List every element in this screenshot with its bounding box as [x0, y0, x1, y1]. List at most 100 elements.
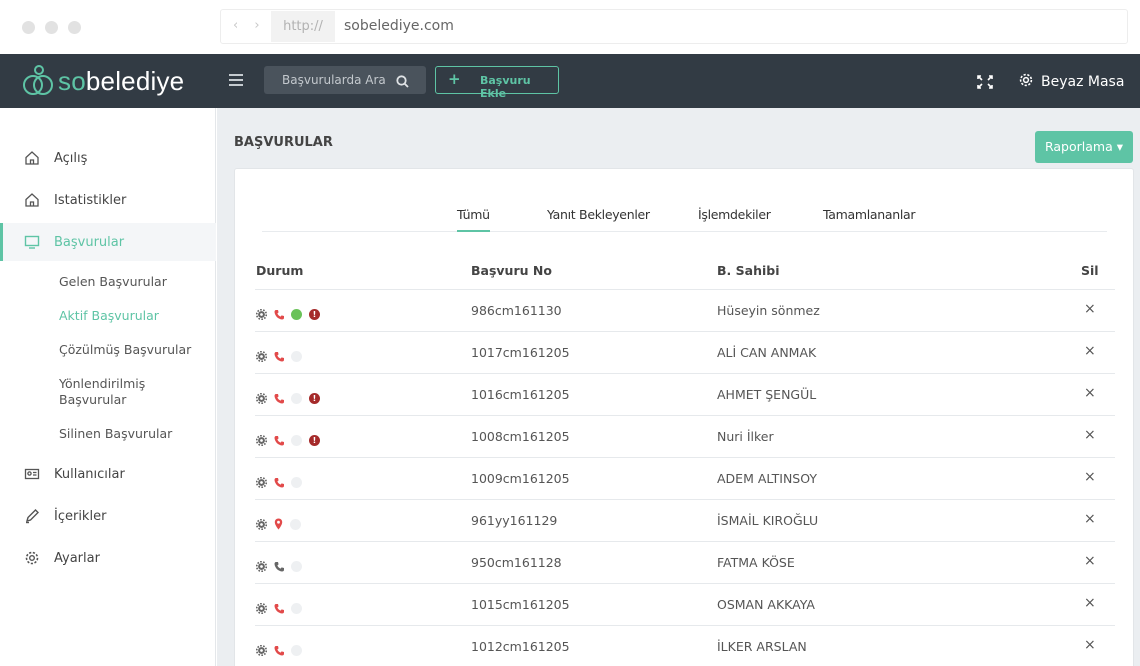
settings-gear-icon[interactable] — [255, 431, 268, 450]
sidebar-subitem-silinen[interactable]: Silinen Başvurular — [59, 426, 209, 442]
application-owner: Hüseyin sönmez — [717, 303, 820, 318]
settings-gear-icon[interactable] — [255, 473, 268, 492]
settings-gear-icon[interactable] — [255, 305, 268, 324]
add-application-button[interactable]: + Başvuru Ekle — [435, 66, 559, 100]
status-dot — [291, 435, 302, 446]
application-owner: Nuri İlker — [717, 429, 774, 444]
nav-arrows-icon[interactable]: ‹ › — [233, 18, 266, 33]
application-number[interactable]: 1016cm161205 — [471, 387, 570, 402]
settings-gear-icon[interactable] — [255, 515, 268, 534]
status-icons — [255, 641, 309, 660]
delete-icon[interactable]: × — [1084, 427, 1096, 443]
sidebar-item-kullanicilar[interactable]: Kullanıcılar — [0, 455, 216, 493]
home-icon — [24, 150, 40, 166]
delete-icon[interactable]: × — [1084, 469, 1096, 485]
column-header-basvuru-no[interactable]: Başvuru No — [471, 263, 552, 278]
gear-icon — [1018, 72, 1034, 92]
add-application-label: Başvuru Ekle — [480, 74, 531, 100]
delete-icon[interactable]: × — [1084, 637, 1096, 653]
settings-gear-icon[interactable] — [255, 557, 268, 576]
table-row[interactable]: 1015cm161205 OSMAN AKKAYA × — [255, 583, 1115, 625]
location-pin-icon — [274, 515, 283, 534]
warning-icon: ! — [309, 435, 320, 446]
phone-icon — [274, 557, 284, 576]
phone-icon — [274, 473, 284, 492]
search-icon[interactable] — [396, 73, 409, 92]
column-header-durum[interactable]: Durum — [256, 263, 303, 278]
settings-gear-icon[interactable] — [255, 347, 268, 366]
delete-icon[interactable]: × — [1084, 511, 1096, 527]
user-menu[interactable]: Beyaz Masa — [1018, 72, 1124, 92]
sidebar-item-istatistikler[interactable]: Istatistikler — [0, 181, 216, 219]
application-number[interactable]: 986cm161130 — [471, 303, 562, 318]
status-dot — [291, 603, 302, 614]
tab-yanit-bekleyenler[interactable]: Yanıt Bekleyenler — [547, 207, 650, 222]
address-bar[interactable]: ‹ › http:// sobelediye.com — [220, 9, 1128, 44]
search-placeholder: Başvurularda Ara — [282, 73, 386, 87]
pencil-icon — [24, 508, 40, 524]
application-number[interactable]: 1008cm161205 — [471, 429, 570, 444]
settings-gear-icon[interactable] — [255, 389, 268, 408]
application-number[interactable]: 961yy161129 — [471, 513, 557, 528]
table-row[interactable]: 1009cm161205 ADEM ALTINSOY × — [255, 457, 1115, 499]
sidebar-item-icerikler[interactable]: İçerikler — [0, 497, 216, 535]
tab-tumu[interactable]: Tümü — [457, 207, 490, 222]
table-row[interactable]: 950cm161128 FATMA KÖSE × — [255, 541, 1115, 583]
menu-toggle-icon[interactable] — [229, 74, 243, 86]
warning-icon: ! — [309, 393, 320, 404]
window-close-dot[interactable] — [22, 21, 35, 34]
settings-gear-icon[interactable] — [255, 641, 268, 660]
window-minimize-dot[interactable] — [45, 21, 58, 34]
application-number[interactable]: 1015cm161205 — [471, 597, 570, 612]
status-icons: ! — [255, 431, 327, 450]
logo[interactable]: sobelediye — [22, 64, 184, 98]
application-number[interactable]: 1012cm161205 — [471, 639, 570, 654]
application-owner: OSMAN AKKAYA — [717, 597, 815, 612]
tab-tamamlananlar[interactable]: Tamamlananlar — [823, 207, 916, 222]
column-header-sahibi[interactable]: B. Sahibi — [717, 263, 779, 278]
url-text[interactable]: sobelediye.com — [344, 18, 454, 34]
window-maximize-dot[interactable] — [68, 21, 81, 34]
search-input[interactable]: Başvurularda Ara — [264, 66, 426, 94]
sidebar-subitem-yonlendirilmis[interactable]: Yönlendirilmiş Başvurular — [59, 376, 169, 408]
logo-text: sobelediye — [58, 65, 185, 96]
sidebar-subitem-gelen[interactable]: Gelen Başvurular — [59, 274, 209, 290]
application-number[interactable]: 1009cm161205 — [471, 471, 570, 486]
delete-icon[interactable]: × — [1084, 553, 1096, 569]
table-row[interactable]: ! 1016cm161205 AHMET ŞENGÜL × — [255, 373, 1115, 415]
filter-tabs: Tümü Yanıt Bekleyenler İşlemdekiler Tama… — [262, 169, 1107, 232]
page-title: BAŞVURULAR — [234, 135, 333, 150]
delete-icon[interactable]: × — [1084, 595, 1096, 611]
sidebar-subitem-aktif[interactable]: Aktif Başvurular — [59, 308, 209, 324]
delete-icon[interactable]: × — [1084, 385, 1096, 401]
status-icons — [255, 515, 308, 534]
phone-icon — [274, 347, 284, 366]
delete-icon[interactable]: × — [1084, 343, 1096, 359]
fullscreen-icon[interactable] — [977, 74, 993, 93]
table-row[interactable]: 1017cm161205 ALİ CAN ANMAK × — [255, 331, 1115, 373]
delete-icon[interactable]: × — [1084, 301, 1096, 317]
status-dot — [291, 393, 302, 404]
table-row[interactable]: 1012cm161205 İLKER ARSLAN × — [255, 625, 1115, 666]
sidebar-item-basvurular[interactable]: Başvurular — [0, 223, 216, 261]
table-row[interactable]: 961yy161129 İSMAİL KIROĞLU × — [255, 499, 1115, 541]
url-protocol: http:// — [271, 11, 335, 42]
settings-gear-icon[interactable] — [255, 599, 268, 618]
monitor-icon — [24, 234, 40, 250]
sidebar-subitem-cozulmus[interactable]: Çözülmüş Başvurular — [59, 342, 209, 358]
status-icons — [255, 347, 309, 366]
phone-icon — [274, 389, 284, 408]
application-owner: İLKER ARSLAN — [717, 639, 807, 654]
status-dot — [290, 519, 301, 530]
sidebar-item-ayarlar[interactable]: Ayarlar — [0, 539, 216, 577]
application-owner: FATMA KÖSE — [717, 555, 795, 570]
logo-bubbles-icon — [22, 64, 56, 98]
report-dropdown-button[interactable]: Raporlama ▾ — [1035, 131, 1133, 163]
sidebar-item-acilis[interactable]: Açılış — [0, 139, 216, 177]
application-number[interactable]: 950cm161128 — [471, 555, 562, 570]
status-dot — [291, 351, 302, 362]
table-row[interactable]: ! 1008cm161205 Nuri İlker × — [255, 415, 1115, 457]
application-number[interactable]: 1017cm161205 — [471, 345, 570, 360]
table-row[interactable]: ! 986cm161130 Hüseyin sönmez × — [255, 289, 1115, 331]
tab-islemdekiler[interactable]: İşlemdekiler — [698, 207, 771, 222]
